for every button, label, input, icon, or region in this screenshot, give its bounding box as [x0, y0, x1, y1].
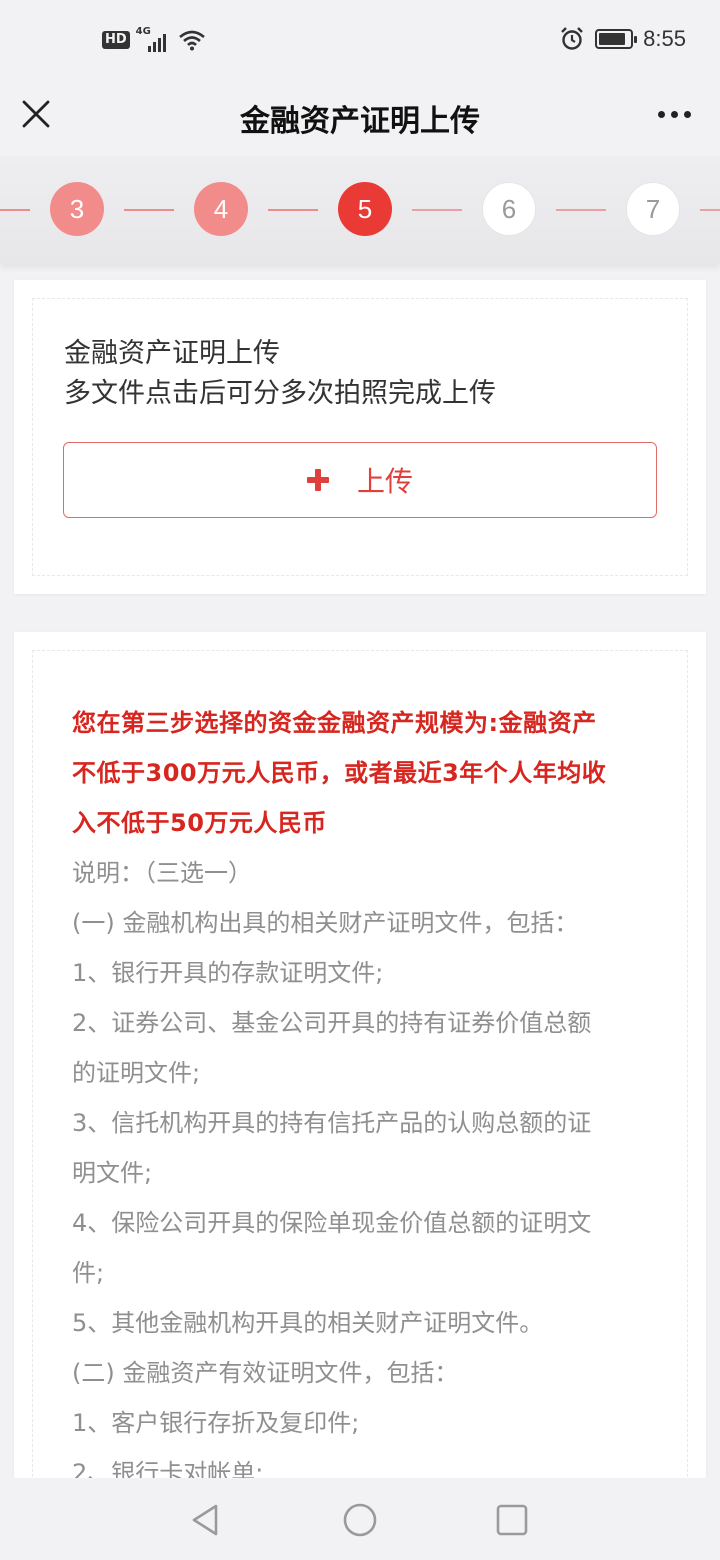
status-right: 8:55 — [559, 26, 686, 52]
step-5[interactable]: 5 — [338, 182, 392, 236]
recents-button[interactable] — [490, 1498, 534, 1542]
step-connector — [268, 209, 318, 211]
upload-button[interactable]: 上传 — [63, 442, 657, 518]
more-button[interactable] — [652, 98, 696, 130]
home-button[interactable] — [338, 1498, 382, 1542]
notice-line: 1、客户银行存折及复印件; — [72, 1409, 360, 1437]
upload-button-label: 上传 — [356, 465, 413, 498]
wifi-icon — [178, 30, 205, 51]
status-bar: HD 4G 8:55 — [0, 0, 720, 84]
notice-line: 2、证券公司、基金公司开具的持有证券价值总额 — [72, 1009, 592, 1037]
system-nav-bar — [0, 1478, 720, 1560]
notice-line: 明文件; — [72, 1159, 153, 1187]
notice-line: 4、保险公司开具的保险单现金价值总额的证明文 — [72, 1209, 592, 1237]
step-connector — [556, 209, 606, 211]
upload-card: 金融资产证明上传 多文件点击后可分多次拍照完成上传 上传 — [14, 280, 706, 594]
notice-line: (二) 金融资产有效证明文件，包括： — [72, 1359, 459, 1387]
signal-icon: 4G — [136, 26, 172, 52]
notice-line: 的证明文件; — [72, 1059, 201, 1087]
notice-content: 您在第三步选择的资金金融资产规模为:金融资产 不低于300万元人民币，或者最近3… — [72, 698, 632, 1498]
step-connector — [700, 209, 720, 211]
battery-icon — [595, 29, 638, 49]
title-bar: 金融资产证明上传 — [0, 84, 720, 156]
hd-icon: HD — [102, 31, 130, 49]
notice-line: 5、其他金融机构开具的相关财产证明文件。 — [72, 1309, 544, 1337]
notice-highlight-line: 不低于300万元人民币，或者最近3年个人年均收 — [72, 759, 607, 787]
status-left: HD 4G — [102, 26, 206, 52]
step-connector — [124, 209, 174, 211]
step-connector — [0, 209, 30, 211]
step-7[interactable]: 7 — [626, 182, 680, 236]
alarm-icon — [561, 27, 584, 50]
step-4[interactable]: 4 — [194, 182, 248, 236]
clock-time: 8:55 — [643, 26, 686, 51]
more-icon — [657, 110, 691, 118]
home-icon — [343, 1503, 377, 1537]
notice-line: 说明：（三选一） — [72, 859, 252, 887]
notice-line: 3、信托机构开具的持有信托产品的认购总额的证 — [72, 1109, 592, 1137]
page-title: 金融资产证明上传 — [240, 104, 480, 139]
notice-line: (一) 金融机构出具的相关财产证明文件，包括： — [72, 909, 579, 937]
notice-line: 件; — [72, 1259, 105, 1287]
back-button[interactable] — [184, 1498, 228, 1542]
step-progress: 3 4 5 6 7 — [0, 156, 720, 264]
notice-highlight-line: 您在第三步选择的资金金融资产规模为:金融资产 — [72, 709, 597, 737]
step-6[interactable]: 6 — [482, 182, 536, 236]
recents-icon — [496, 1504, 528, 1536]
notice-line: 1、银行开具的存款证明文件; — [72, 959, 384, 987]
notice-highlight-line: 入不低于50万元人民币 — [72, 809, 327, 837]
plus-icon — [306, 469, 329, 491]
step-connector — [412, 209, 462, 211]
upload-subtitle: 多文件点击后可分多次拍照完成上传 — [64, 378, 496, 409]
back-icon — [192, 1504, 218, 1536]
battery-level — [599, 33, 626, 45]
step-3[interactable]: 3 — [50, 182, 104, 236]
upload-title: 金融资产证明上传 — [64, 338, 280, 369]
